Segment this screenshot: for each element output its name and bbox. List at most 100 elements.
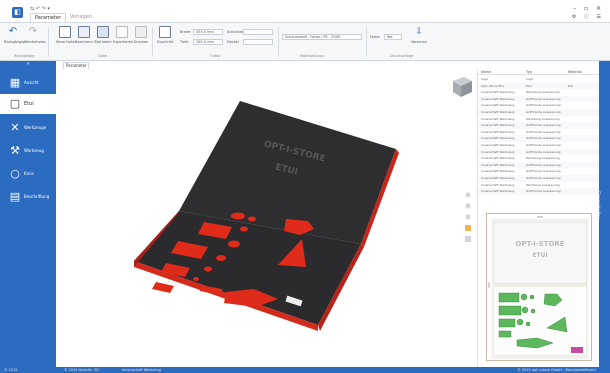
sidebar-item-kreis[interactable]: ○ Kreis [0,164,56,184]
table-row[interactable]: Innenschaft Werkzeug Werkzeug Aussparung [478,116,600,123]
table-cell: Griffmulde Aussparung [526,143,561,147]
rotate-icon[interactable] [465,214,471,220]
tab-parameter[interactable]: Parameter [30,13,67,22]
preview-drawing: 355 265 OPT-I-STORE ETUI [487,215,589,359]
table-row[interactable]: Innenschaft Werkzeug Werkzeug Aussparung [478,182,600,189]
title-bar [0,0,610,12]
redo-button[interactable]: ↷ Wiederholen [24,26,46,44]
zoom-icon[interactable] [465,192,471,198]
sidebar-item-beschriftung[interactable]: ▤ Beschriftung [0,187,56,207]
table-cell: Innenschaft Werkzeug [481,182,515,187]
viewport-toolbar [465,192,471,242]
collapse-sidebar-button[interactable]: « [0,61,56,68]
table-row[interactable]: Innenschaft Werkzeug Griffmulde Aussparun… [478,129,600,136]
grid-icon[interactable] [465,236,471,242]
table-cell: Innenschaft Werkzeug [481,176,515,180]
window-controls[interactable]: – ▫ ✕ [573,5,604,12]
cutout-rect [152,282,174,293]
layer-thickness-field[interactable] [243,29,273,35]
table-row[interactable]: Innenschaft Werkzeug Griffmulde Aussparun… [478,102,600,109]
table-cell: Griffmulde Aussparung [526,189,561,194]
sidebar-item-etui[interactable]: ▢ Etui [0,94,56,114]
table-cell: Griffmulde Aussparung [526,110,561,114]
table-cell: Innenschaft Werkzeug [481,136,515,141]
undo-button[interactable]: ↶ Rückgängig [4,26,24,44]
circle-icon: ○ [10,167,20,180]
table-row[interactable]: Innenschaft Werkzeug Werkzeug Aussparung [478,89,600,96]
table-row[interactable]: Innenschaft Werkzeug Griffmulde Aussparun… [478,175,600,182]
preview-logo [571,347,583,353]
print-icon [135,26,147,38]
table-cell: Griffmulde Aussparung [526,169,561,174]
color-select[interactable]: Rot [384,34,402,40]
table-cell: Innenschaft Werkzeug [481,129,515,134]
tools-icon: ✕ [10,121,20,134]
case-3d-model: OPT-I-STORE ETUI [134,77,472,331]
table-row[interactable]: Innenschaft Werkzeug Werkzeug Aussparung [478,155,600,162]
pan-icon[interactable] [465,203,471,209]
cutout-circle [204,266,212,272]
new-file-button[interactable]: Neue Datei [56,26,76,44]
table-cell: Etui [526,83,532,88]
tab-vorlagen[interactable]: Vorlagen [66,13,96,21]
print-button[interactable]: Drucken [132,26,150,44]
table-cell: Griffmulde Aussparung [526,162,561,167]
wrench-icon: ⚒ [10,144,20,157]
preview-lid-line2: ETUI [532,252,547,259]
case-outline-icon: ▢ [9,97,21,110]
table-cell: Werkzeug Aussparung [526,156,560,161]
separator [278,27,279,57]
separator [366,27,367,57]
aux-controls[interactable]: ⚙ ⓘ ☰ [572,13,604,20]
table-row[interactable]: Innenschaft Werkzeug Griffmulde Aussparun… [478,95,600,103]
color-icon[interactable] [465,225,471,231]
table-cell: Innenschaft Werkzeug [481,143,515,147]
table-row[interactable]: Innenschaft Werkzeug Griffmulde Aussparun… [478,148,600,156]
table-row[interactable]: Logo Logo [478,76,600,83]
document-tab[interactable]: Parameter [63,62,89,69]
cutout-circle [240,226,248,232]
table-cell: Innenschaft Werkzeug [481,149,515,154]
export-icon [116,26,128,38]
table-cell: Opt-i-Store Etui [481,83,505,88]
table-row[interactable]: Innenschaft Werkzeug Griffmulde Aussparun… [478,109,600,116]
app-logo-icon[interactable]: ◧ [12,7,23,18]
export-button[interactable]: Exportieren [113,26,133,44]
table-row[interactable]: Innenschaft Werkzeug Griffmulde Aussparun… [478,142,600,149]
sidebar-item-ansicht[interactable]: ▦ Ansicht [0,73,56,93]
sidebar-item-werkzeuge[interactable]: ✕ Werkzeuge [0,118,56,138]
width-field[interactable]: 355.0 mm [193,29,223,35]
cut-button[interactable]: Zuschnitt [156,26,174,44]
lid-field[interactable] [243,39,273,45]
status-bar: © 2015 © 2015 Ansicht: 3D Innenschaft We… [0,367,610,373]
preview-button[interactable]: ⇩ Vorschau [407,26,431,44]
table-cell: Rot [568,83,573,88]
table-row[interactable]: Opt-i-Store Etui Etui Rot [478,82,600,90]
parts-table: Logo Logo Opt-i-Store Etui Etui Rot Innenscha… [478,76,600,200]
depth-field[interactable]: 265.0 mm [193,39,223,45]
save-button[interactable]: Speichern [75,26,93,44]
load-image-button[interactable]: Bild laden [94,26,112,44]
table-row[interactable]: Innenschaft Werkzeug Griffmulde Aussparun… [478,168,600,175]
preview-icon: ⇩ [415,27,423,37]
sidebar-item-werkzeug[interactable]: ⚒ Werkzeug [0,141,56,161]
table-row[interactable]: Innenschaft Werkzeug Griffmulde Aussparun… [478,161,600,169]
table-cell: Innenschaft Werkzeug [481,123,515,128]
table-cell: Werkzeug Aussparung [526,90,560,95]
app-window: ◧ ⇆ ↶ ↷ ▾ Parameter Vorlagen – ▫ ✕ ⚙ ⓘ ☰… [0,0,610,373]
nav-cube-icon[interactable] [453,77,472,97]
table-row[interactable]: Innenschaft Werkzeug Griffmulde Aussparun… [478,135,600,142]
load-image-icon [97,26,109,38]
table-row[interactable]: Innenschaft Werkzeug Griffmulde Aussparun… [478,122,600,129]
undo-icon: ↶ [8,26,18,37]
table-cell: Innenschaft Werkzeug [481,90,515,95]
properties-strip[interactable]: Eigenschaften [596,61,610,367]
preview-side-dimension: 265 [487,282,491,288]
3d-viewport[interactable]: OPT-I-STORE ETUI [56,69,476,367]
table-cell: Griffmulde Aussparung [526,123,561,128]
table-row[interactable]: Innenschaft Werkzeug Griffmulde Aussparun… [478,188,600,195]
table-cell: Innenschaft Werkzeug [481,103,515,108]
table-cell: Innenschaft Werkzeug [481,169,515,174]
foam-select[interactable]: Schaumstoff - Farbe / PE - 2000 [282,34,362,40]
quick-access-toolbar[interactable]: ⇆ ↶ ↷ ▾ [30,6,50,12]
